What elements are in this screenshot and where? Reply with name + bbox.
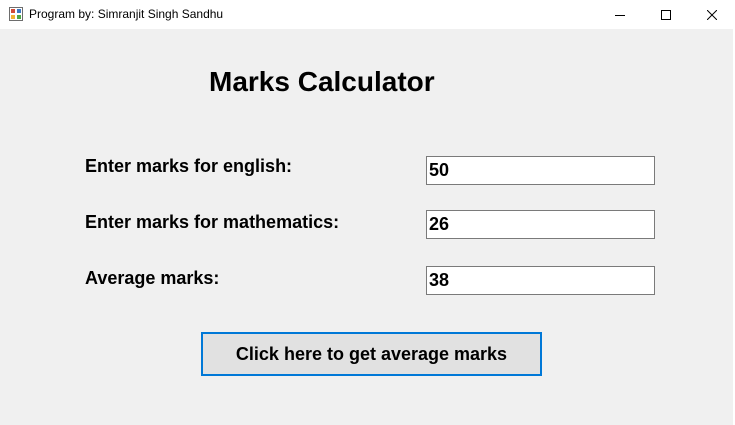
get-average-button[interactable]: Click here to get average marks — [201, 332, 542, 376]
average-marks-output[interactable] — [426, 266, 655, 295]
window-title: Program by: Simranjit Singh Sandhu — [29, 7, 224, 21]
minimize-button[interactable] — [597, 0, 643, 29]
english-marks-label: Enter marks for english: — [85, 156, 293, 176]
title-bar[interactable]: Program by: Simranjit Singh Sandhu — [0, 0, 735, 29]
page-title: Marks Calculator — [209, 66, 435, 97]
minimize-icon — [615, 14, 625, 16]
math-marks-input[interactable] — [426, 210, 655, 239]
english-marks-input[interactable] — [426, 156, 655, 185]
app-window: Program by: Simranjit Singh Sandhu Marks… — [0, 0, 735, 425]
close-icon — [707, 9, 717, 20]
math-marks-label: Enter marks for mathematics: — [85, 212, 340, 232]
average-marks-label: Average marks: — [85, 268, 220, 288]
windows-form-icon[interactable] — [9, 7, 23, 21]
maximize-button[interactable] — [643, 0, 689, 29]
maximize-icon — [661, 9, 671, 20]
close-button[interactable] — [689, 0, 735, 29]
